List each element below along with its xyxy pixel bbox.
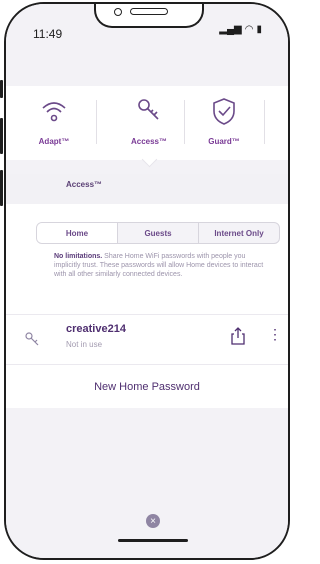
segment-description: No limitations. Share Home WiFi password…: [54, 252, 268, 279]
wifi-status-icon: ◠: [244, 24, 254, 35]
phone-frame: 11:49 ▂▄▆ ◠ ▮ Adapt™ Access™ Guard™ Acce…: [4, 2, 290, 560]
section-title: Access™: [66, 180, 103, 189]
tab-divider: [264, 100, 265, 144]
tab-guard-label: Guard™: [208, 137, 240, 146]
password-panel: Home Guests Internet Only No limitations…: [6, 204, 288, 364]
side-button: [0, 80, 3, 98]
tab-adapt-label: Adapt™: [38, 137, 70, 146]
description-bold: No limitations.: [54, 253, 103, 260]
side-button: [0, 170, 3, 206]
network-name: creative214: [66, 323, 126, 335]
footer-area: [6, 408, 288, 558]
new-home-password-button[interactable]: New Home Password: [6, 364, 288, 409]
more-options-icon[interactable]: ⋮: [268, 327, 282, 341]
tab-adapt[interactable]: Adapt™: [14, 86, 94, 160]
camera-icon: [114, 8, 122, 16]
wifi-icon: [42, 102, 66, 122]
shield-check-icon: [213, 98, 235, 125]
network-status: Not in use: [66, 340, 103, 349]
home-indicator: [118, 539, 188, 542]
tab-access[interactable]: Access™: [109, 86, 189, 160]
side-button: [0, 118, 3, 154]
status-time: 11:49: [33, 27, 63, 41]
close-icon[interactable]: ×: [146, 514, 160, 528]
password-row[interactable]: creative214 Not in use ⋮: [6, 314, 288, 365]
share-icon[interactable]: [230, 327, 246, 345]
key-icon: [25, 332, 39, 346]
segment-home[interactable]: Home: [37, 223, 118, 243]
key-icon: [138, 99, 159, 120]
status-icons: ▂▄▆ ◠ ▮: [219, 24, 262, 35]
phone-notch: [94, 4, 204, 28]
feature-tabbar: Adapt™ Access™ Guard™: [6, 86, 288, 160]
signal-icon: ▂▄▆: [219, 24, 242, 35]
segment-internet-only[interactable]: Internet Only: [199, 223, 279, 243]
speaker-icon: [130, 8, 168, 15]
tab-access-label: Access™: [130, 137, 168, 146]
segment-guests[interactable]: Guests: [118, 223, 199, 243]
tab-divider: [96, 100, 97, 144]
battery-icon: ▮: [256, 24, 262, 35]
tab-guard[interactable]: Guard™: [184, 86, 264, 160]
segmented-control: Home Guests Internet Only: [36, 222, 280, 244]
